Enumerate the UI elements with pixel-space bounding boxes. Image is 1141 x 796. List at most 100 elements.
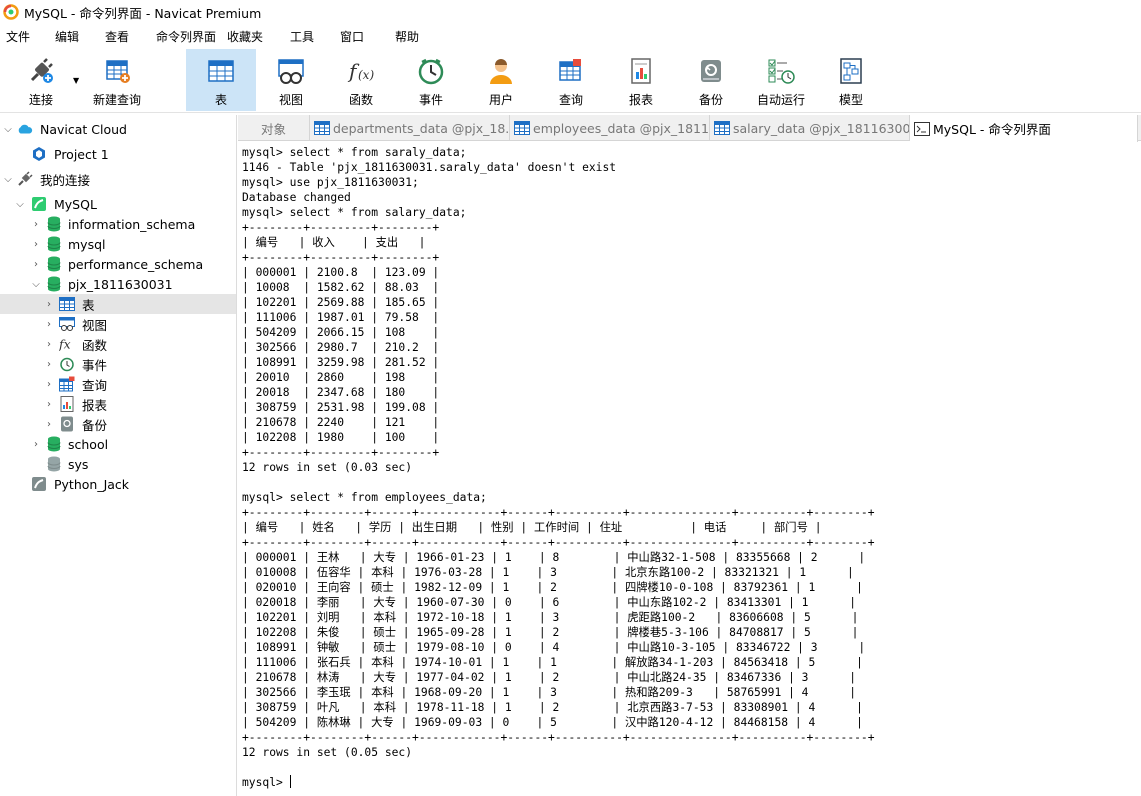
console-output[interactable]: mysql> select * from saraly_data; 1146 -…	[238, 142, 1141, 796]
console-line: | 210678 | 林涛 | 大专 | 1977-04-02 | 1 | 2 …	[242, 671, 857, 684]
collapsed-arrow-icon[interactable]: ›	[44, 299, 54, 310]
collapsed-arrow-icon[interactable]: ›	[31, 239, 41, 250]
tree-mysql-connection[interactable]: ⌵ MySQL	[0, 194, 236, 214]
tree-node-tables[interactable]: › 表	[0, 294, 236, 314]
tab-departments-data[interactable]: departments_data @pjx_18...	[310, 115, 510, 141]
menu-file[interactable]: 文件	[6, 28, 30, 45]
tree-db-information-schema[interactable]: › information_schema	[0, 214, 236, 234]
title-bar: MySQL - 命令列界面 - Navicat Premium	[0, 0, 1141, 24]
console-line: | 102208 | 1980 | 100 |	[242, 431, 440, 444]
menu-tools[interactable]: 工具	[290, 28, 314, 45]
tree-my-connections[interactable]: ⌵ 我的连接	[0, 169, 236, 189]
console-line: | 111006 | 张石兵 | 本科 | 1974-10-01 | 1 | 1…	[242, 656, 863, 669]
function-icon: fx	[59, 336, 75, 352]
connect-dropdown-arrow-icon[interactable]: ▼	[73, 76, 79, 85]
mysql-connection-icon	[31, 196, 47, 212]
expanded-arrow-icon[interactable]: ⌵	[15, 199, 25, 210]
collapsed-arrow-icon[interactable]: ›	[44, 339, 54, 350]
view-icon	[59, 316, 75, 332]
expanded-arrow-icon[interactable]: ⌵	[31, 279, 41, 290]
tree-project[interactable]: Project 1	[0, 144, 236, 164]
tab-objects[interactable]: 对象	[238, 115, 310, 141]
collapsed-arrow-icon[interactable]: ›	[44, 319, 54, 330]
tree-node-functions[interactable]: › fx 函数	[0, 334, 236, 354]
tab-mysql-console[interactable]: MySQL - 命令列界面	[910, 115, 1138, 142]
console-icon	[914, 121, 930, 137]
collapsed-arrow-icon[interactable]: ›	[44, 419, 54, 430]
console-line: | 111006 | 1987.01 | 79.58 |	[242, 311, 440, 324]
new-query-button[interactable]: 新建查询	[88, 49, 146, 111]
query-icon	[59, 376, 75, 392]
tree-db-pjx[interactable]: ⌵ pjx_1811630031	[0, 274, 236, 294]
collapsed-arrow-icon[interactable]: ›	[31, 259, 41, 270]
expanded-arrow-icon[interactable]: ⌵	[3, 174, 13, 185]
report-button[interactable]: 报表	[612, 49, 670, 111]
console-line: +--------+--------+------+------------+-…	[242, 506, 875, 519]
menu-favorites[interactable]: 收藏夹	[227, 28, 263, 45]
query-icon	[556, 56, 586, 86]
automation-icon	[766, 56, 796, 86]
connect-button[interactable]: 连接	[10, 49, 72, 111]
automation-button[interactable]: 自动运行	[752, 49, 810, 111]
console-line: | 020010 | 王向容 | 硕士 | 1982-12-09 | 1 | 2…	[242, 581, 863, 594]
menu-console[interactable]: 命令列界面	[156, 28, 216, 45]
tree-node-reports[interactable]: › 报表	[0, 394, 236, 414]
collapsed-arrow-icon[interactable]: ›	[31, 219, 41, 230]
console-line: mysql> select * from salary_data;	[242, 206, 467, 219]
backup-icon	[59, 416, 75, 432]
table-button[interactable]: 表	[186, 49, 256, 111]
user-button[interactable]: 用户	[472, 49, 530, 111]
connection-closed-icon	[31, 476, 47, 492]
menu-bar: 文件 编辑 查看 命令列界面 收藏夹 工具 窗口 帮助	[0, 25, 1141, 47]
query-button[interactable]: 查询	[542, 49, 600, 111]
function-icon: f (x)	[346, 56, 376, 86]
report-icon	[626, 56, 656, 86]
console-line: | 108991 | 3259.98 | 281.52 |	[242, 356, 440, 369]
tree-db-performance-schema[interactable]: › performance_schema	[0, 254, 236, 274]
collapsed-arrow-icon[interactable]: ›	[44, 359, 54, 370]
console-line: | 010008 | 伍容华 | 本科 | 1976-03-28 | 1 | 3…	[242, 566, 854, 579]
cloud-icon	[17, 121, 33, 137]
collapsed-arrow-icon[interactable]: ›	[44, 399, 54, 410]
text-caret	[289, 775, 291, 788]
tree-python-jack-connection[interactable]: Python_Jack	[0, 474, 236, 494]
menu-window[interactable]: 窗口	[340, 28, 364, 45]
tab-salary-data[interactable]: salary_data @pjx_18116300...	[710, 115, 910, 141]
console-line: +--------+--------+------+------------+-…	[242, 731, 875, 744]
console-line: mysql> select * from employees_data;	[242, 491, 487, 504]
console-line: | 308759 | 叶凡 | 本科 | 1978-11-18 | 1 | 2 …	[242, 701, 863, 714]
tab-employees-data[interactable]: employees_data @pjx_1811...	[510, 115, 710, 141]
console-line: | 20010 | 2860 | 198 |	[242, 371, 440, 384]
console-line: | 108991 | 钟敏 | 硕士 | 1979-08-10 | 0 | 4 …	[242, 641, 866, 654]
user-icon	[486, 56, 516, 86]
tree-node-backups[interactable]: › 备份	[0, 414, 236, 434]
navicat-logo-icon	[3, 4, 19, 20]
model-button[interactable]: 模型	[822, 49, 880, 111]
database-icon	[46, 276, 62, 292]
backup-icon	[696, 56, 726, 86]
expanded-arrow-icon[interactable]: ⌵	[3, 124, 13, 135]
tree-db-school[interactable]: › school	[0, 434, 236, 454]
menu-view[interactable]: 查看	[105, 28, 129, 45]
collapsed-arrow-icon[interactable]: ›	[31, 439, 41, 450]
backup-button[interactable]: 备份	[682, 49, 740, 111]
view-button[interactable]: 视图	[262, 49, 320, 111]
tree-navicat-cloud[interactable]: ⌵ Navicat Cloud	[0, 119, 236, 139]
tree-node-events[interactable]: › 事件	[0, 354, 236, 374]
console-line: +--------+---------+--------+	[242, 221, 440, 234]
report-icon	[59, 396, 75, 412]
console-line: | 302566 | 李玉珉 | 本科 | 1968-09-20 | 1 | 3…	[242, 686, 857, 699]
tree-db-sys[interactable]: sys	[0, 454, 236, 474]
menu-edit[interactable]: 编辑	[55, 28, 79, 45]
tree-node-views[interactable]: › 视图	[0, 314, 236, 334]
database-icon	[46, 436, 62, 452]
svg-text:fx: fx	[59, 336, 71, 351]
tree-db-mysql[interactable]: › mysql	[0, 234, 236, 254]
event-button[interactable]: 事件	[402, 49, 460, 111]
function-button[interactable]: f (x) 函数	[332, 49, 390, 111]
console-line: | 102201 | 2569.88 | 185.65 |	[242, 296, 440, 309]
tree-node-queries[interactable]: › 查询	[0, 374, 236, 394]
console-line: | 编号 | 姓名 | 学历 | 出生日期 | 性别 | 工作时间 | 住址 |…	[242, 521, 822, 534]
collapsed-arrow-icon[interactable]: ›	[44, 379, 54, 390]
menu-help[interactable]: 帮助	[395, 28, 419, 45]
